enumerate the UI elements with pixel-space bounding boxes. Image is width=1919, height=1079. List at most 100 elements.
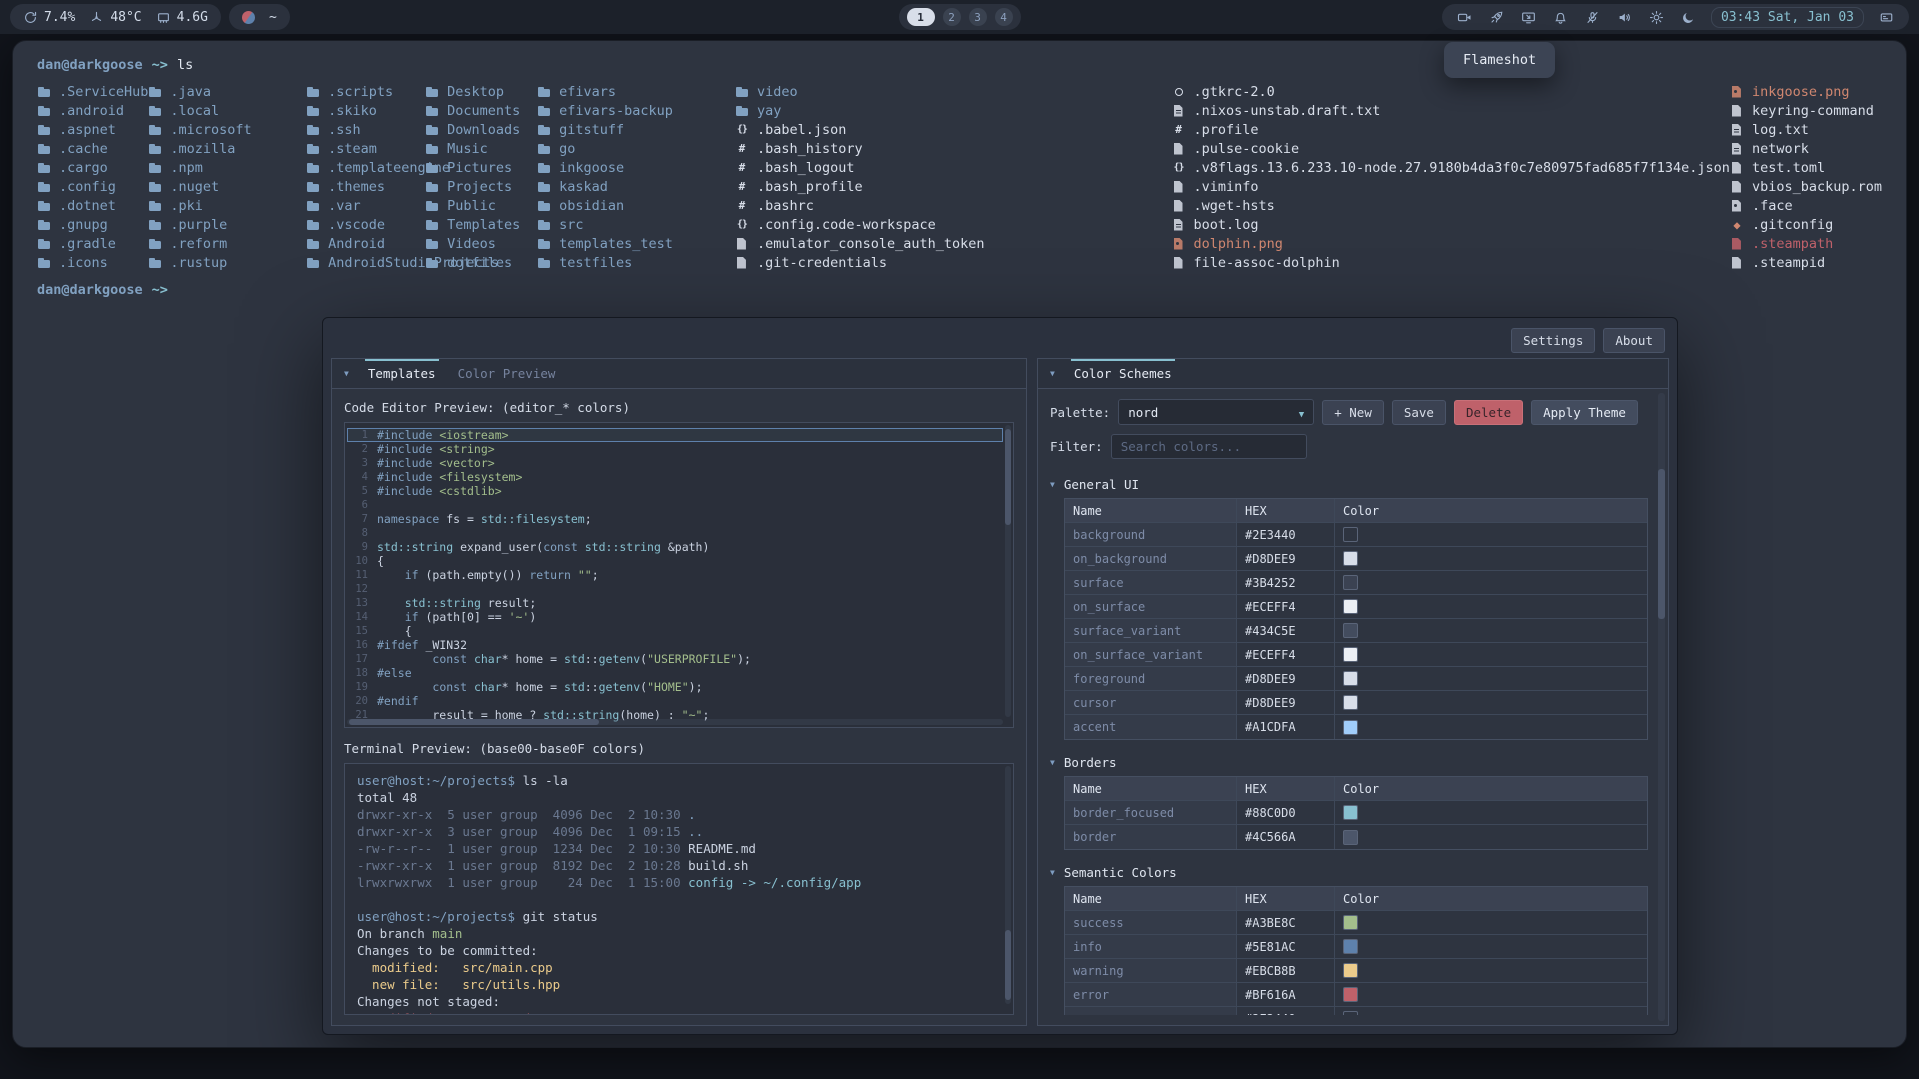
file-name: Android [328, 236, 385, 252]
file-name: .cargo [59, 160, 108, 176]
delete-button[interactable]: Delete [1454, 400, 1523, 425]
pane-collapse-icon[interactable] [344, 369, 349, 378]
file-name: testfiles [559, 255, 632, 271]
terminal-preview[interactable]: user@host:~/projects$ ls -latotal 48drwx… [344, 763, 1014, 1015]
workspace-button[interactable]: 1 [907, 8, 935, 26]
color-row[interactable]: surface #3B4252 [1065, 571, 1647, 595]
file-name: go [559, 141, 575, 157]
bell-icon[interactable] [1551, 7, 1571, 27]
color-swatch[interactable] [1343, 647, 1358, 662]
tab-color-schemes[interactable]: Color Schemes [1071, 359, 1175, 388]
color-name-cell: on_surface [1065, 595, 1237, 618]
color-row[interactable]: on_surface_variant #ECEFF4 [1065, 643, 1647, 667]
mem-value: 4.6G [177, 10, 208, 25]
horizontal-scrollbar[interactable] [347, 719, 1003, 725]
camera-icon[interactable] [1455, 7, 1475, 27]
color-row[interactable]: border #4C566A [1065, 825, 1647, 849]
file-item: Documents [425, 101, 537, 120]
temp-stat[interactable]: 48°C [89, 10, 141, 25]
color-swatch[interactable] [1343, 575, 1358, 590]
section-header[interactable]: Borders [1050, 749, 1656, 775]
vertical-scrollbar[interactable] [1658, 393, 1665, 1021]
section-title: Semantic Colors [1064, 865, 1177, 880]
volume-icon[interactable] [1615, 7, 1635, 27]
color-row[interactable]: on_success #2E3440 [1065, 1007, 1647, 1015]
section-header[interactable]: Semantic Colors [1050, 859, 1656, 885]
terminal-token: -rwxr-xr-x 1 user group 8192 Dec 2 10:28 [357, 858, 688, 873]
save-button[interactable]: Save [1392, 400, 1446, 425]
color-swatch[interactable] [1343, 599, 1358, 614]
apply-theme-button[interactable]: Apply Theme [1531, 400, 1638, 425]
color-row[interactable]: foreground #D8DEE9 [1065, 667, 1647, 691]
color-row[interactable]: error #BF616A [1065, 983, 1647, 1007]
rocket-icon[interactable] [1487, 7, 1507, 27]
color-row[interactable]: background #2E3440 [1065, 523, 1647, 547]
color-swatch[interactable] [1343, 527, 1358, 542]
scrollbar-thumb[interactable] [1658, 469, 1665, 619]
color-name-cell: background [1065, 523, 1237, 546]
color-swatch[interactable] [1343, 551, 1358, 566]
color-hex-cell: #A3BE8C [1237, 911, 1335, 934]
code-token [571, 568, 578, 582]
color-row[interactable]: on_background #D8DEE9 [1065, 547, 1647, 571]
color-name-cell: warning [1065, 959, 1237, 982]
section-header[interactable]: General UI [1050, 471, 1656, 497]
clock[interactable]: 03:43 Sat, Jan 03 [1711, 7, 1864, 28]
filter-input[interactable] [1111, 434, 1307, 459]
color-swatch[interactable] [1343, 939, 1358, 954]
code-token: fs = [439, 512, 481, 526]
night-light-icon[interactable] [1679, 7, 1699, 27]
color-swatch[interactable] [1343, 915, 1358, 930]
vertical-scrollbar[interactable] [1005, 425, 1011, 717]
screencast-icon[interactable] [1519, 7, 1539, 27]
color-row[interactable]: border_focused #88C0D0 [1065, 801, 1647, 825]
code-editor[interactable]: 1 #include <iostream> 2 #include <string… [344, 422, 1014, 728]
scrollbar-thumb[interactable] [349, 719, 599, 725]
scrollbar-thumb[interactable] [1005, 930, 1011, 1000]
vertical-scrollbar[interactable] [1005, 766, 1011, 1004]
color-swatch[interactable] [1343, 963, 1358, 978]
color-row[interactable]: warning #EBCB8B [1065, 959, 1647, 983]
scrollbar-thumb[interactable] [1005, 429, 1011, 525]
workspace-button[interactable]: 3 [969, 8, 987, 26]
color-swatch[interactable] [1343, 805, 1358, 820]
line-number: 16 [347, 639, 377, 651]
color-swatch[interactable] [1343, 987, 1358, 1002]
distro-module[interactable]: ~ [229, 4, 290, 30]
terminal-line: new file: src/utils.hpp [357, 976, 1001, 993]
file-name: Documents [447, 103, 520, 119]
color-swatch[interactable] [1343, 695, 1358, 710]
color-swatch[interactable] [1343, 1011, 1358, 1015]
color-swatch[interactable] [1343, 623, 1358, 638]
workspace-button[interactable]: 4 [995, 8, 1013, 26]
color-row[interactable]: on_surface #ECEFF4 [1065, 595, 1647, 619]
cpu-stat[interactable]: 7.4% [23, 10, 75, 25]
color-swatch[interactable] [1343, 720, 1358, 735]
new-button[interactable]: + New [1322, 400, 1384, 425]
pane-collapse-icon[interactable] [1050, 369, 1055, 378]
color-row[interactable]: info #5E81AC [1065, 935, 1647, 959]
terminal-window[interactable]: dan@darkgoose ~> ls .ServiceHub .android [12, 40, 1907, 1048]
color-swatch[interactable] [1343, 671, 1358, 686]
terminal-line: modified: src/main.cpp [357, 959, 1001, 976]
file-name: Pictures [447, 160, 512, 176]
color-swatch[interactable] [1343, 830, 1358, 845]
settings-button[interactable]: Settings [1511, 328, 1595, 353]
file-name: .var [328, 198, 361, 214]
tray-expand-icon[interactable] [1876, 7, 1896, 27]
code-line: 1 #include <iostream> [347, 428, 1003, 442]
code-token: #include [377, 442, 439, 456]
tab-color-preview[interactable]: Color Preview [455, 359, 559, 388]
workspace-button[interactable]: 2 [943, 8, 961, 26]
palette-select[interactable]: nord [1118, 399, 1314, 425]
tab-templates[interactable]: Templates [365, 359, 439, 388]
color-row[interactable]: accent #A1CDFA [1065, 715, 1647, 739]
about-button[interactable]: About [1603, 328, 1665, 353]
color-row[interactable]: cursor #D8DEE9 [1065, 691, 1647, 715]
mem-stat[interactable]: 4.6G [156, 10, 208, 25]
color-row[interactable]: surface_variant #434C5E [1065, 619, 1647, 643]
brightness-icon[interactable] [1647, 7, 1667, 27]
mic-off-icon[interactable] [1583, 7, 1603, 27]
color-row[interactable]: success #A3BE8C [1065, 911, 1647, 935]
folder-icon [735, 104, 749, 118]
